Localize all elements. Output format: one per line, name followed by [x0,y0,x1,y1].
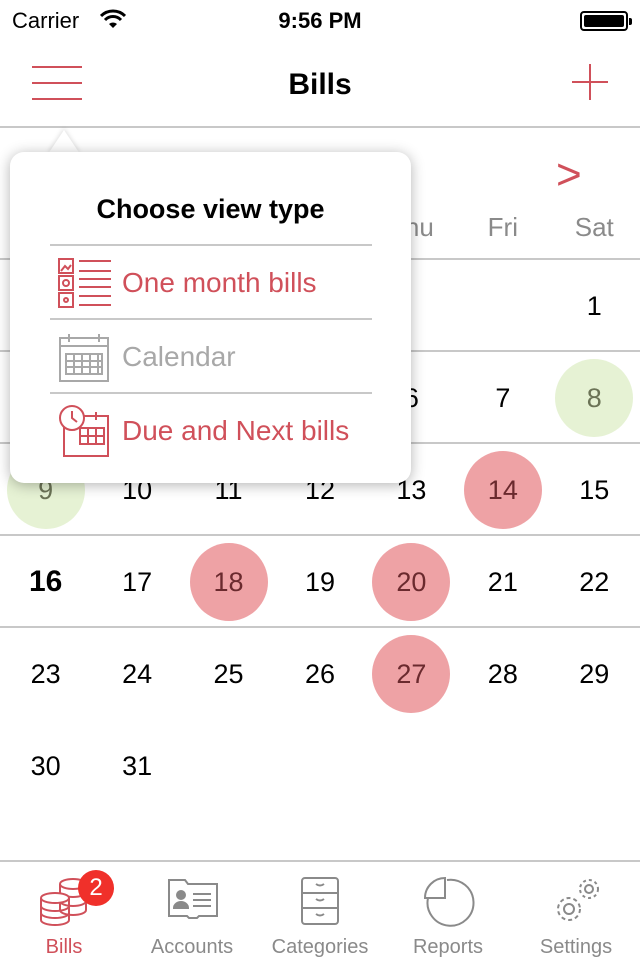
day-cell[interactable]: 17 [91,536,182,628]
day-number: 30 [30,750,61,781]
list-view-icon [58,258,111,308]
next-month-button[interactable]: > [556,150,582,200]
view-type-popover: Choose view type One month bills Calenda… [10,152,411,483]
weekday-label: Fri [487,212,518,242]
divider [50,318,372,320]
gears-icon [557,879,599,921]
nav-bar: Bills [0,40,640,128]
view-one-month-bills[interactable]: One month bills [50,247,372,319]
tab-settings[interactable]: Settings [512,862,640,962]
day-number: 7 [495,382,511,413]
day-number: 19 [304,566,335,597]
day-cell[interactable]: 8 [549,352,640,444]
day-cell[interactable]: 22 [549,536,640,628]
day-number: 18 [189,543,268,621]
day-number: 26 [304,658,335,689]
divider [50,244,372,246]
tab-label: Reports [412,936,484,958]
day-cell[interactable]: 7 [457,352,548,444]
tab-label: Settings [539,936,613,958]
weekday-label: Sat [574,212,614,242]
popover-arrow [48,130,80,154]
page-title: Bills [288,68,352,101]
day-number: 1 [586,290,602,321]
notification-badge: 2 [78,870,114,906]
day-cell[interactable]: 16 [0,536,91,628]
option-label: Due and Next bills [122,415,350,446]
tab-label: Accounts [150,936,234,958]
popover-title: Choose view type [96,194,325,224]
day-number: 16 [29,565,63,598]
day-number: 17 [122,566,153,597]
day-cell[interactable]: 19 [274,536,365,628]
day-number: 14 [463,451,542,529]
tab-reports[interactable]: Reports [384,862,512,962]
day-cell[interactable]: 25 [183,628,274,720]
day-cell[interactable]: 24 [91,628,182,720]
tab-bills[interactable]: Bills 2 [0,862,128,962]
tab-label: Bills [45,936,83,958]
day-number: 28 [487,658,518,689]
view-due-and-next-bills[interactable]: Due and Next bills [50,395,372,467]
pie-chart-icon [423,876,475,927]
tab-categories[interactable]: Categories [256,862,384,962]
day-cell[interactable]: 31 [91,720,182,812]
day-cell[interactable]: 30 [0,720,91,812]
day-cell[interactable]: 27 [366,628,457,720]
day-number: 22 [579,566,610,597]
day-cell[interactable]: 15 [549,444,640,536]
day-number: 23 [30,658,61,689]
day-number: 24 [122,658,153,689]
day-cell[interactable]: 14 [457,444,548,536]
day-cell[interactable]: 23 [0,628,91,720]
day-number: 15 [579,474,610,505]
day-number: 20 [372,543,451,621]
option-label: One month bills [122,267,317,298]
id-card-icon [168,879,218,919]
clock-calendar-icon [59,405,109,457]
day-number: 25 [213,658,244,689]
day-cell[interactable]: 18 [183,536,274,628]
day-cell[interactable]: 20 [366,536,457,628]
view-calendar[interactable]: Calendar [50,321,372,393]
calendar-icon [59,334,109,382]
day-number: 21 [487,566,518,597]
day-number: 29 [579,658,610,689]
tab-label: Categories [271,936,369,958]
day-cell[interactable]: 21 [457,536,548,628]
clock: 9:56 PM [278,8,362,33]
day-cell[interactable]: 29 [549,628,640,720]
file-cabinet-icon [301,877,339,925]
add-bill-button[interactable] [572,64,608,100]
day-cell[interactable]: 26 [274,628,365,720]
option-label: Calendar [122,341,236,372]
tab-accounts[interactable]: Accounts [128,862,256,962]
day-cell[interactable]: 1 [549,260,640,352]
day-number: 8 [555,359,634,437]
day-cell[interactable]: 28 [457,628,548,720]
battery-icon [580,11,632,31]
day-number: 31 [122,750,153,781]
tab-bar: Bills 2 Accounts Categories Reports Sett… [0,860,640,960]
divider [50,392,372,394]
day-number: 27 [372,635,451,713]
status-bar: Carrier 9:56 PM [0,0,640,40]
